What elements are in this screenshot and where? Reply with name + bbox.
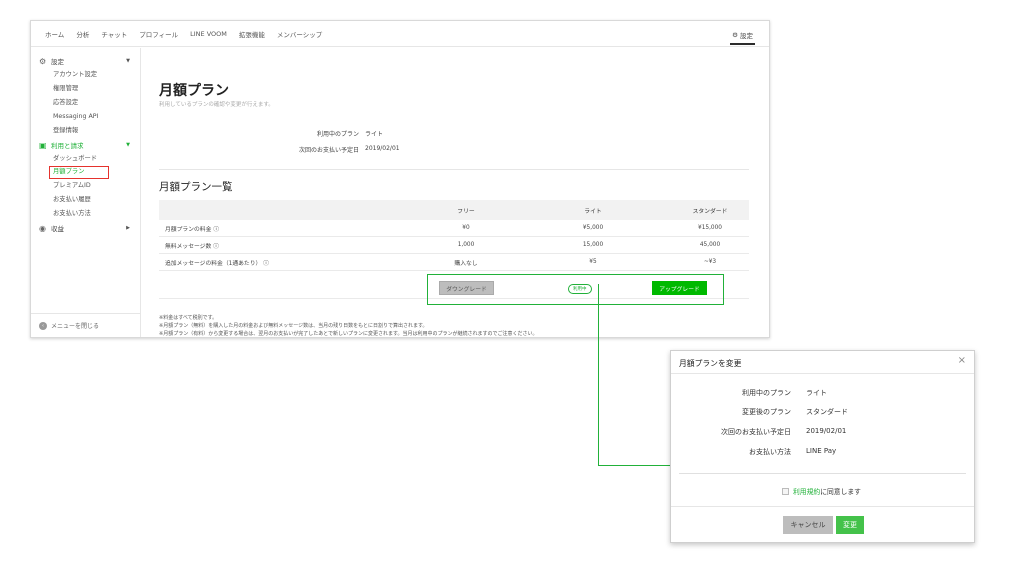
page-title: 月額プラン <box>159 83 229 99</box>
terms-link[interactable]: 利用規約 <box>793 488 820 496</box>
sidebar-group-label: 設定 <box>51 58 64 66</box>
dialog-row-payment-method: お支払い方法 LINE Pay <box>671 447 971 459</box>
dialog-row-current-plan: 利用中のプラン ライト <box>671 388 971 400</box>
column-header-light: ライト <box>584 208 602 215</box>
next-payment-value: 2019/02/01 <box>365 145 400 152</box>
sidebar-group-settings[interactable]: ⚙ 設定 ▼ <box>31 54 140 68</box>
dialog-row-new-plan: 変更後のプラン スタンダード <box>671 407 971 419</box>
highlight-outline <box>427 274 724 305</box>
dialog-label: 変更後のプラン <box>742 408 791 416</box>
receipt-icon: ▣ <box>39 140 47 150</box>
terms-checkbox[interactable] <box>782 487 789 495</box>
sidebar-item-permissions[interactable]: 権限管理 <box>31 82 140 96</box>
cancel-button[interactable]: キャンセル <box>783 516 833 534</box>
dialog-value: LINE Pay <box>806 447 837 455</box>
dialog-value: スタンダード <box>806 408 848 416</box>
sidebar-item-dashboard[interactable]: ダッシュボード <box>31 152 140 166</box>
table-cell: ¥0 <box>462 225 470 231</box>
notes: ※料金はすべて税別です。 ※月額プラン（無料）を購入した月の料金および無料メッセ… <box>159 314 538 338</box>
nav-extensions[interactable]: 拡張機能 <box>239 29 265 39</box>
column-header-standard: スタンダード <box>692 208 728 215</box>
nav-home[interactable]: ホーム <box>45 29 64 39</box>
page-subtitle: 利用しているプランの確認や変更が行えます。 <box>159 102 274 108</box>
section-title: 月額プラン一覧 <box>159 181 233 193</box>
sidebar: ⚙ 設定 ▼ アカウント設定 権限管理 応答設定 Messaging API 登… <box>31 48 141 337</box>
row-label: 追加メッセージの料金（1通あたり） ⓘ <box>165 260 269 267</box>
table-cell: 45,000 <box>699 242 721 248</box>
dialog-footer: キャンセル 変更 <box>671 506 974 542</box>
dialog-header: 月額プランを変更 × <box>671 351 974 374</box>
table-row: 追加メッセージの料金（1通あたり） ⓘ 購入なし ¥5 ~¥3 <box>159 254 749 271</box>
table-row: 無料メッセージ数 ⓘ 1,000 15,000 45,000 <box>159 237 749 254</box>
current-plan-label: 利用中のプラン <box>316 131 359 138</box>
main-window: ホーム 分析 チャット プロフィール LINE VOOM 拡張機能 メンバーシッ… <box>30 20 770 338</box>
table-cell: 購入なし <box>454 260 478 267</box>
row-label: 無料メッセージ数 ⓘ <box>165 243 219 250</box>
close-icon[interactable]: × <box>958 356 966 366</box>
sidebar-item-registration-info[interactable]: 登録情報 <box>31 124 140 138</box>
dialog-label: 利用中のプラン <box>742 389 791 397</box>
note-line: ※月額プラン（有料）から変更する場合は、翌月のお支払いが完了したあとで新しいプラ… <box>159 331 538 337</box>
connector-line <box>598 465 670 466</box>
caret-right-icon: ▶ <box>126 225 130 231</box>
current-plan-row: 利用中のプラン ライト <box>159 129 459 139</box>
table-row: 月額プランの料金 ⓘ ¥0 ¥5,000 ¥15,000 <box>159 220 749 237</box>
table-cell: 15,000 <box>582 242 604 248</box>
collapse-menu-label: メニューを閉じる <box>51 323 100 330</box>
nav-membership[interactable]: メンバーシップ <box>277 29 322 39</box>
nav-chat[interactable]: チャット <box>101 29 127 39</box>
next-payment-label: 次回のお支払い予定日 <box>298 147 359 154</box>
next-payment-row: 次回のお支払い予定日 2019/02/01 <box>159 145 459 155</box>
terms-agree-text: に同意します <box>820 488 861 496</box>
note-line: ※月額プラン（無料）を購入した月の料金および無料メッセージ数は、当月の残り日数を… <box>159 323 428 329</box>
table-cell: ¥5,000 <box>582 225 604 231</box>
dialog-divider <box>679 473 966 474</box>
dialog-title: 月額プランを変更 <box>679 359 742 368</box>
dialog-label: 次回のお支払い予定日 <box>721 428 791 436</box>
change-plan-dialog: 月額プランを変更 × 利用中のプラン ライト 変更後のプラン スタンダード 次回… <box>670 350 975 543</box>
sidebar-group-billing[interactable]: ▣ 利用と請求 ▼ <box>31 138 140 152</box>
dialog-value: 2019/02/01 <box>806 427 847 435</box>
nav-analytics[interactable]: 分析 <box>76 29 89 39</box>
nav-profile[interactable]: プロフィール <box>139 29 178 39</box>
settings-link-label: 設定 <box>740 32 753 40</box>
column-header-free: フリー <box>457 208 475 215</box>
collapse-icon: ‹ <box>39 321 47 330</box>
top-navigation: ホーム 分析 チャット プロフィール LINE VOOM 拡張機能 メンバーシッ… <box>31 21 769 47</box>
sidebar-item-payment-history[interactable]: お支払い履歴 <box>31 193 140 207</box>
sidebar-item-account-settings[interactable]: アカウント設定 <box>31 68 140 82</box>
gear-icon: ⚙ <box>732 31 738 39</box>
dialog-row-next-payment: 次回のお支払い予定日 2019/02/01 <box>671 427 971 439</box>
gear-icon: ⚙ <box>39 56 47 66</box>
current-plan-value: ライト <box>365 131 384 138</box>
table-cell: 1,000 <box>457 242 475 248</box>
dialog-label: お支払い方法 <box>749 448 791 456</box>
section-divider <box>159 169 749 170</box>
sidebar-group-label: 利用と請求 <box>51 142 84 150</box>
sidebar-group-revenue[interactable]: ◉ 収益 ▶ <box>31 221 140 235</box>
table-cell: ¥15,000 <box>698 225 722 231</box>
terms-agreement[interactable]: 利用規約に同意します <box>782 486 861 496</box>
settings-link[interactable]: ⚙ 設定 <box>730 27 755 45</box>
nav-line-voom[interactable]: LINE VOOM <box>190 30 227 38</box>
sidebar-item-messaging-api[interactable]: Messaging API <box>31 110 140 124</box>
sidebar-item-response-settings[interactable]: 応答設定 <box>31 96 140 110</box>
dialog-value: ライト <box>806 389 827 397</box>
connector-line <box>598 284 599 466</box>
note-line: ※料金はすべて税別です。 <box>159 315 218 321</box>
table-header-row: フリー ライト スタンダード <box>159 200 749 220</box>
sidebar-item-monthly-plan[interactable]: 月額プラン <box>49 166 109 179</box>
caret-down-icon: ▼ <box>126 58 130 64</box>
table-cell: ~¥3 <box>703 259 717 265</box>
sidebar-group-label: 収益 <box>51 225 64 233</box>
sidebar-item-premium-id[interactable]: プレミアムID <box>31 179 140 193</box>
row-label: 月額プランの料金 ⓘ <box>165 226 220 233</box>
table-cell: ¥5 <box>589 259 597 265</box>
caret-down-icon: ▼ <box>126 142 130 148</box>
sidebar-item-payment-method[interactable]: お支払い方法 <box>31 207 140 221</box>
change-button[interactable]: 変更 <box>836 516 864 534</box>
collapse-menu-button[interactable]: ‹ メニューを閉じる <box>31 313 140 337</box>
coin-icon: ◉ <box>39 223 46 233</box>
